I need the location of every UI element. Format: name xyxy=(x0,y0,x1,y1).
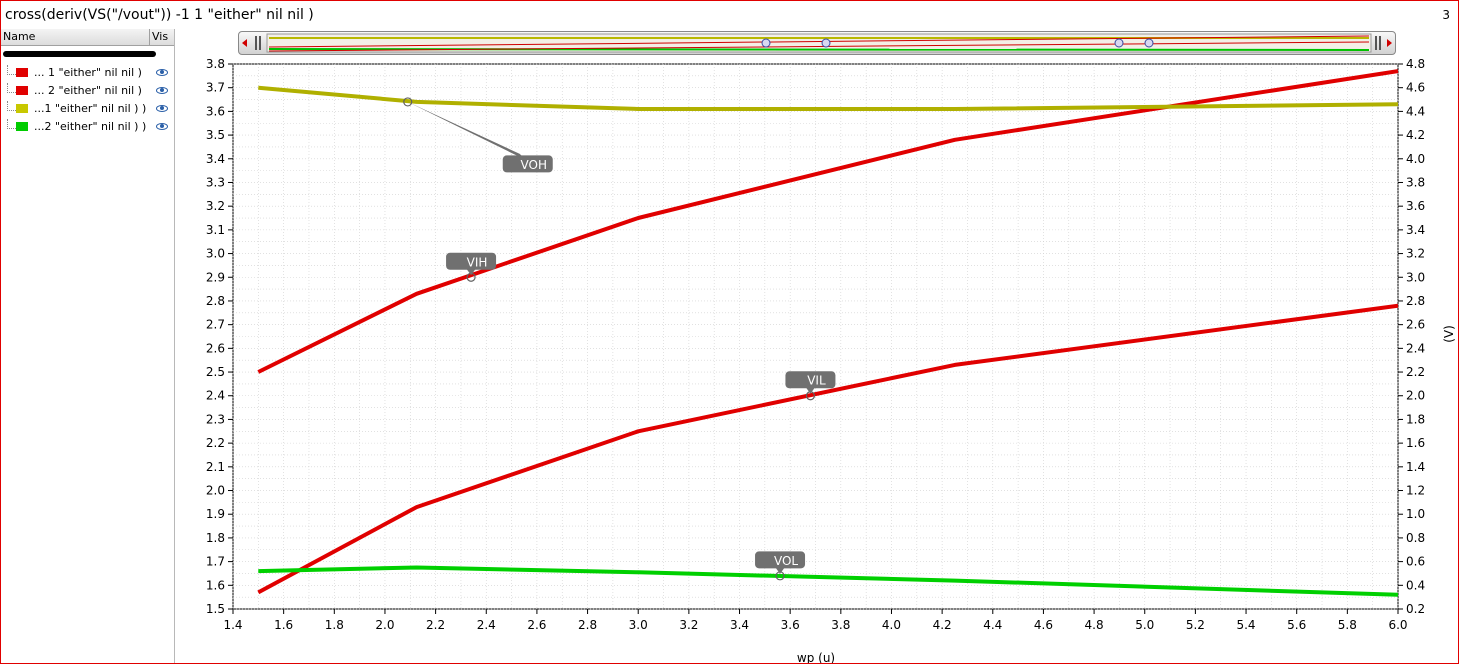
y-right-tick-label: 3.0 xyxy=(1406,270,1425,284)
y-left-tick-label: 1.5 xyxy=(206,602,225,616)
x-tick-label: 4.0 xyxy=(882,618,901,632)
y-right-tick-label: 1.6 xyxy=(1406,436,1425,450)
x-tick-label: 3.8 xyxy=(831,618,850,632)
y-right-tick-label: 2.0 xyxy=(1406,389,1425,403)
x-axis-label: wp (u) xyxy=(797,651,835,663)
y-left-tick-label: 3.2 xyxy=(206,199,225,213)
x-tick-label: 1.8 xyxy=(325,618,344,632)
x-tick-label: 2.2 xyxy=(426,618,445,632)
y-right-tick-label: 2.4 xyxy=(1406,341,1425,355)
y-left-tick-label: 3.7 xyxy=(206,81,225,95)
y-right-tick-label: 0.4 xyxy=(1406,578,1425,592)
x-tick-label: 4.4 xyxy=(983,618,1002,632)
x-tick-label: 3.0 xyxy=(629,618,648,632)
y-right-tick-label: 2.2 xyxy=(1406,365,1425,379)
y-right-tick-label: 3.4 xyxy=(1406,223,1425,237)
x-tick-label: 2.8 xyxy=(578,618,597,632)
marker-label: VOH xyxy=(521,158,547,172)
y-axis-right-label: (V) xyxy=(1442,325,1456,343)
y-left-tick-label: 3.6 xyxy=(206,104,225,118)
x-tick-label: 1.6 xyxy=(274,618,293,632)
y-left-tick-label: 2.7 xyxy=(206,318,225,332)
y-right-tick-label: 3.6 xyxy=(1406,199,1425,213)
y-left-tick-label: 2.3 xyxy=(206,412,225,426)
y-left-tick-label: 3.3 xyxy=(206,175,225,189)
x-tick-label: 3.4 xyxy=(730,618,749,632)
x-tick-label: 4.2 xyxy=(933,618,952,632)
x-tick-label: 5.0 xyxy=(1135,618,1154,632)
y-left-tick-label: 1.7 xyxy=(206,555,225,569)
y-left-tick-label: 2.2 xyxy=(206,436,225,450)
y-left-tick-label: 3.1 xyxy=(206,223,225,237)
y-left-tick-label: 2.4 xyxy=(206,389,225,403)
y-left-tick-label: 1.9 xyxy=(206,507,225,521)
y-right-tick-label: 0.8 xyxy=(1406,531,1425,545)
y-right-tick-label: 4.2 xyxy=(1406,128,1425,142)
y-right-tick-label: 3.2 xyxy=(1406,247,1425,261)
x-tick-label: 6.0 xyxy=(1388,618,1407,632)
y-left-tick-label: 3.8 xyxy=(206,57,225,71)
marker-label: VIH xyxy=(467,255,488,269)
y-right-tick-label: 4.4 xyxy=(1406,104,1425,118)
marker-label: VOL xyxy=(774,554,798,568)
x-tick-label: 5.8 xyxy=(1338,618,1357,632)
y-left-tick-label: 2.9 xyxy=(206,270,225,284)
y-left-tick-label: 2.8 xyxy=(206,294,225,308)
x-tick-label: 5.2 xyxy=(1186,618,1205,632)
x-tick-label: 2.4 xyxy=(477,618,496,632)
x-tick-label: 2.6 xyxy=(527,618,546,632)
y-right-tick-label: 1.4 xyxy=(1406,460,1425,474)
y-left-tick-label: 3.5 xyxy=(206,128,225,142)
y-right-tick-label: 4.8 xyxy=(1406,57,1425,71)
x-tick-label: 1.4 xyxy=(223,618,242,632)
x-tick-label: 2.0 xyxy=(375,618,394,632)
chart-area[interactable]: 1.4 1.6 1.8 2.0 2.2 2.4 2.6 2.8 3.0 3.2 3.4 3.6 3.8 4… xyxy=(1,1,1458,663)
y-right-tick-label: 1.0 xyxy=(1406,507,1425,521)
y-left-tick-label: 2.6 xyxy=(206,341,225,355)
y-left-tick-label: 1.6 xyxy=(206,578,225,592)
y-right-tick-label: 2.8 xyxy=(1406,294,1425,308)
y-left-tick-label: 2.1 xyxy=(206,460,225,474)
x-tick-label: 4.8 xyxy=(1085,618,1104,632)
y-left-tick-label: 2.5 xyxy=(206,365,225,379)
y-left-tick-label: 3.4 xyxy=(206,152,225,166)
y-left-tick-label: 2.0 xyxy=(206,484,225,498)
y-left-tick-label: 3.0 xyxy=(206,247,225,261)
y-right-tick-label: 4.6 xyxy=(1406,81,1425,95)
y-right-tick-label: 0.6 xyxy=(1406,555,1425,569)
y-right-tick-label: 2.6 xyxy=(1406,318,1425,332)
marker-label: VIL xyxy=(807,374,826,388)
graph-window: cross(deriv(VS("/vout")) -1 1 "either" n… xyxy=(0,0,1459,664)
y-right-tick-label: 1.8 xyxy=(1406,412,1425,426)
y-right-tick-label: 3.8 xyxy=(1406,175,1425,189)
y-left-tick-label: 1.8 xyxy=(206,531,225,545)
x-tick-label: 5.6 xyxy=(1287,618,1306,632)
x-tick-label: 3.6 xyxy=(781,618,800,632)
x-tick-label: 5.4 xyxy=(1236,618,1255,632)
x-tick-label: 4.6 xyxy=(1034,618,1053,632)
y-right-tick-label: 4.0 xyxy=(1406,152,1425,166)
grid-lines xyxy=(232,63,1399,610)
y-right-tick-label: 0.2 xyxy=(1406,602,1425,616)
y-right-tick-label: 1.2 xyxy=(1406,484,1425,498)
x-tick-label: 3.2 xyxy=(679,618,698,632)
